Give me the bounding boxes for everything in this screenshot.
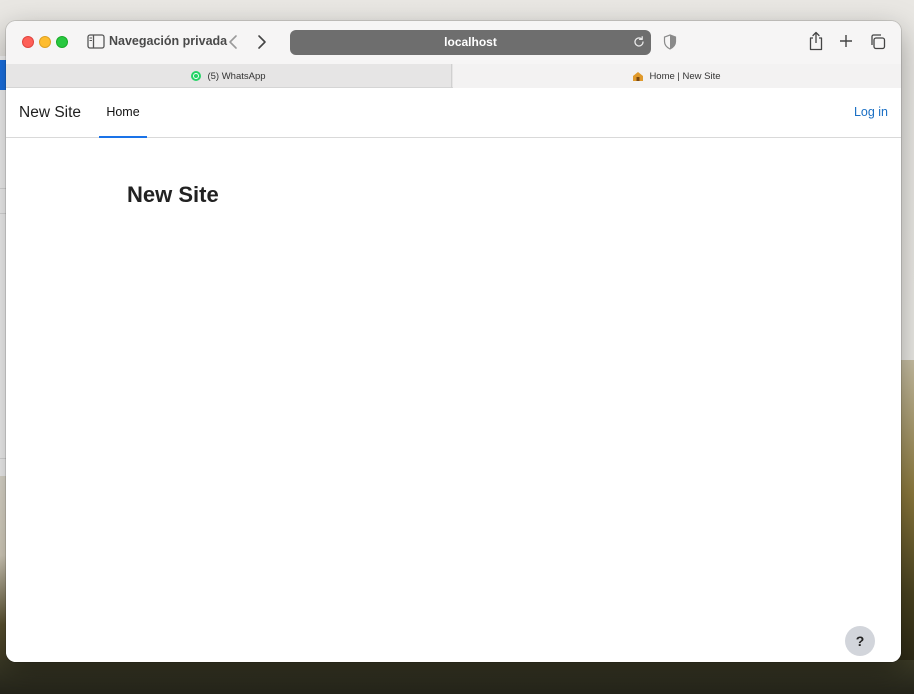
tab-home-new-site[interactable]: Home | New Site: [453, 64, 901, 88]
site-favicon-icon: [633, 72, 644, 81]
help-button[interactable]: ?: [845, 626, 875, 656]
private-browsing-label: Navegación privada: [109, 34, 228, 48]
zoom-window-button[interactable]: [56, 36, 68, 48]
privacy-shield-icon[interactable]: [663, 34, 677, 50]
address-bar[interactable]: localhost: [290, 30, 651, 55]
tab-bar: (5) WhatsApp Home | New Site: [6, 64, 901, 88]
web-page: New Site Home Log in New Site ?: [6, 88, 901, 662]
reload-icon[interactable]: [632, 35, 646, 49]
browser-window: Navegación privada localhost (5) WhatsAp…: [6, 21, 901, 662]
site-brand-link[interactable]: New Site: [19, 104, 81, 122]
minimize-window-button[interactable]: [39, 36, 51, 48]
page-title: New Site: [127, 182, 219, 207]
site-navbar: New Site Home Log in: [6, 88, 901, 138]
tab-whatsapp[interactable]: (5) WhatsApp: [6, 64, 452, 88]
new-tab-icon[interactable]: [838, 33, 854, 49]
address-url: localhost: [444, 35, 497, 49]
login-link[interactable]: Log in: [854, 105, 888, 119]
close-window-button[interactable]: [22, 36, 34, 48]
whatsapp-icon: [191, 71, 202, 81]
nav-item-label: Home: [106, 105, 140, 119]
desktop-wallpaper-ground: [0, 660, 914, 694]
browser-toolbar: Navegación privada localhost: [6, 21, 901, 64]
share-icon[interactable]: [808, 31, 824, 51]
tab-overview-icon[interactable]: [869, 33, 886, 50]
back-arrow-icon[interactable]: [226, 33, 240, 51]
nav-item-home[interactable]: Home: [99, 88, 147, 138]
sidebar-toggle-icon[interactable]: [87, 34, 105, 49]
forward-arrow-icon[interactable]: [255, 33, 269, 51]
tab-label: Home | New Site: [649, 70, 721, 82]
tab-label: (5) WhatsApp: [207, 70, 266, 82]
